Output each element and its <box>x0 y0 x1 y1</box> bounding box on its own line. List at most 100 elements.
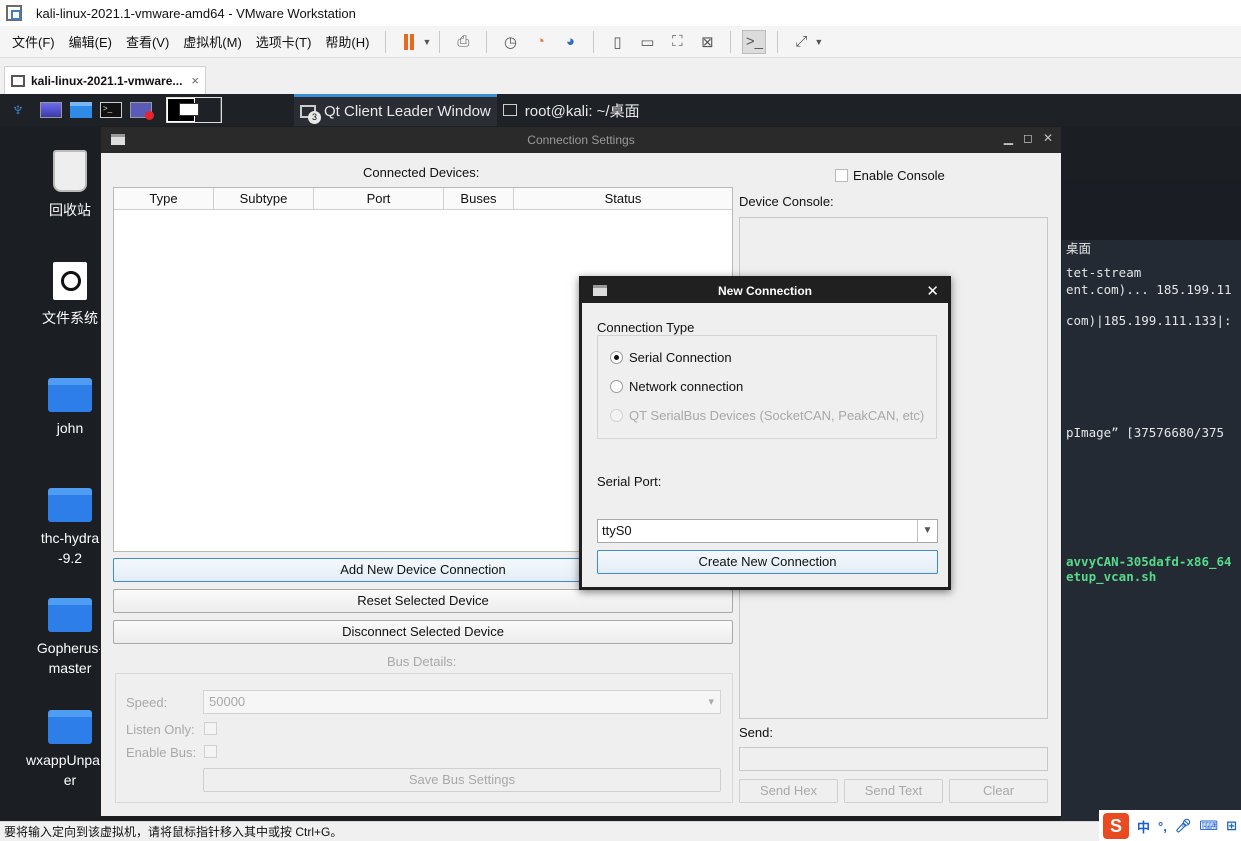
enable-console-checkbox[interactable] <box>835 169 848 182</box>
send-hex-button[interactable]: Send Hex <box>739 779 838 803</box>
window-icon <box>593 285 607 296</box>
speed-label: Speed: <box>126 695 168 710</box>
bus-details-label: Bus Details: <box>387 654 457 669</box>
menu-edit[interactable]: 编辑(E) <box>63 32 118 51</box>
grid-menu-icon[interactable]: ⊞ <box>1226 818 1237 834</box>
disconnect-selected-device-button[interactable]: Disconnect Selected Device <box>113 620 733 644</box>
desktop-icon-label: Gopherus-master <box>36 640 104 676</box>
chevron-down-icon[interactable]: ▼ <box>422 37 431 47</box>
microphone-icon[interactable]: 🎤︎ <box>1175 818 1192 834</box>
folder-icon <box>48 488 92 522</box>
pause-icon[interactable] <box>397 30 421 54</box>
vm-tab-icon <box>11 74 25 87</box>
new-connection-dialog: New Connection ✕ Connection Type Serial … <box>579 276 951 590</box>
workspace-switcher[interactable] <box>166 97 222 123</box>
menu-help[interactable]: 帮助(H) <box>319 32 375 51</box>
window-title: kali-linux-2021.1-vmware-amd64 - VMware … <box>36 5 356 21</box>
window-title: Connection Settings <box>527 133 635 147</box>
toolbar-separator <box>385 30 387 53</box>
terminal-line: tet-stream <box>1066 265 1142 280</box>
menu-view[interactable]: 查看(V) <box>120 32 175 51</box>
terminal-line: avvyCAN-305dafd-x86_64 <box>1066 554 1232 569</box>
terminal-line: 桌面 <box>1066 241 1092 256</box>
maximize-icon[interactable]: ◻ <box>1023 131 1033 145</box>
chevron-down-icon[interactable]: ▼ <box>917 520 937 542</box>
connection-settings-titlebar[interactable]: Connection Settings ▁ ◻ ✕ <box>101 127 1061 153</box>
fullscreen-icon[interactable]: ⛶ <box>665 30 689 54</box>
close-icon[interactable]: ✕ <box>926 282 939 300</box>
network-connection-label[interactable]: Network connection <box>629 379 743 394</box>
serial-connection-label[interactable]: Serial Connection <box>629 350 732 365</box>
terminal-line: com)|185.199.111.133|: <box>1066 313 1232 328</box>
column-header-subtype[interactable]: Subtype <box>214 188 314 209</box>
send-ctrl-alt-del-icon[interactable]: ⎙ <box>451 30 475 54</box>
window-icon: 3 <box>300 105 321 124</box>
menu-tabs[interactable]: 选项卡(T) <box>250 32 318 51</box>
screen-recorder-icon[interactable] <box>129 99 154 121</box>
serial-connection-radio[interactable] <box>610 351 623 364</box>
revert-snapshot-icon[interactable]: ◔ <box>528 30 552 54</box>
column-header-port[interactable]: Port <box>314 188 444 209</box>
new-connection-titlebar[interactable]: New Connection ✕ <box>582 279 948 303</box>
close-icon[interactable]: × <box>191 73 199 88</box>
sogou-ime-icon[interactable]: S <box>1102 813 1129 839</box>
toolbar-separator <box>486 30 488 53</box>
stretch-icon[interactable]: ⤢ <box>789 30 813 54</box>
minimize-icon[interactable]: ▁ <box>1004 131 1013 145</box>
terminal-launcher-icon[interactable]: >_ <box>99 99 123 121</box>
column-header-status[interactable]: Status <box>514 188 732 209</box>
menu-vm[interactable]: 虚拟机(M) <box>177 32 248 51</box>
unity-icon[interactable]: ⊠ <box>695 30 719 54</box>
desktop-icon-label: thc-hydra-9.2 <box>40 530 100 566</box>
console-view-icon[interactable]: >_ <box>742 29 767 54</box>
folder-icon <box>48 598 92 632</box>
column-header-type[interactable]: Type <box>114 188 214 209</box>
tab-kali-vm[interactable]: kali-linux-2021.1-vmware... × <box>4 66 206 94</box>
snapshot-icon[interactable]: ◷ <box>498 30 522 54</box>
vmware-menubar: 文件(F) 编辑(E) 查看(V) 虚拟机(M) 选项卡(T) 帮助(H) ▼ … <box>0 26 1241 58</box>
close-icon[interactable]: ✕ <box>1043 131 1053 145</box>
show-desktop-icon[interactable] <box>39 99 63 121</box>
column-header-buses[interactable]: Buses <box>444 188 514 209</box>
thumbnail-bar-icon[interactable]: ▭ <box>635 30 659 54</box>
background-terminal[interactable]: 桌面 tet-stream ent.com)... 185.199.11 com… <box>1060 180 1241 821</box>
enable-console-label: Enable Console <box>853 168 945 183</box>
send-text-button[interactable]: Send Text <box>844 779 943 803</box>
keyboard-icon[interactable]: ⌨ <box>1199 818 1218 834</box>
kali-top-panel: ♆ >_ 3 Qt Client Leader Window root@kali… <box>0 94 1241 126</box>
qt-serialbus-label[interactable]: QT SerialBus Devices (SocketCAN, PeakCAN… <box>629 408 924 423</box>
chevron-down-icon[interactable]: ▼ <box>814 37 823 47</box>
ime-tray: S 中 °, 🎤︎ ⌨ ⊞ <box>1098 810 1241 841</box>
taskbar-qt-client-window[interactable]: 3 Qt Client Leader Window <box>294 94 497 126</box>
ime-language-toggle[interactable]: 中 <box>1137 817 1150 836</box>
window-thumbnail-icon <box>179 103 199 116</box>
reset-selected-device-button[interactable]: Reset Selected Device <box>113 589 733 613</box>
create-new-connection-button[interactable]: Create New Connection <box>597 550 938 574</box>
serial-port-select[interactable]: ttyS0 ▼ <box>597 519 938 543</box>
listen-only-checkbox[interactable] <box>204 722 217 735</box>
kali-menu-icon[interactable]: ♆ <box>3 99 33 121</box>
send-label: Send: <box>739 725 773 740</box>
send-input[interactable] <box>739 747 1048 771</box>
window-icon <box>111 134 125 145</box>
terminal-icon <box>502 104 517 116</box>
menu-file[interactable]: 文件(F) <box>6 32 61 51</box>
status-message: 要将输入定向到该虚拟机，请将鼠标指针移入其中或按 Ctrl+G。 <box>4 825 343 839</box>
file-manager-icon[interactable] <box>69 99 93 121</box>
desktop-icon-label: john <box>56 420 84 436</box>
taskbar-terminal-window[interactable]: root@kali: ~/桌面 <box>497 94 646 126</box>
terminal-line: pImage” [37576680/375 <box>1066 425 1225 440</box>
table-header: Type Subtype Port Buses Status <box>114 188 732 210</box>
speed-select[interactable]: 50000 <box>203 690 721 714</box>
listen-only-label: Listen Only: <box>126 722 195 737</box>
punctuation-toggle[interactable]: °, <box>1158 819 1167 834</box>
snapshot-manager-icon[interactable]: ◕ <box>558 30 582 54</box>
clear-button[interactable]: Clear <box>949 779 1048 803</box>
sidebar-toggle-icon[interactable]: ▯ <box>605 30 629 54</box>
save-bus-settings-button[interactable]: Save Bus Settings <box>203 768 721 792</box>
drive-icon <box>53 262 87 300</box>
qt-serialbus-radio[interactable] <box>610 409 623 422</box>
network-connection-radio[interactable] <box>610 380 623 393</box>
enable-bus-checkbox[interactable] <box>204 745 217 758</box>
vmware-logo-icon <box>6 5 22 21</box>
